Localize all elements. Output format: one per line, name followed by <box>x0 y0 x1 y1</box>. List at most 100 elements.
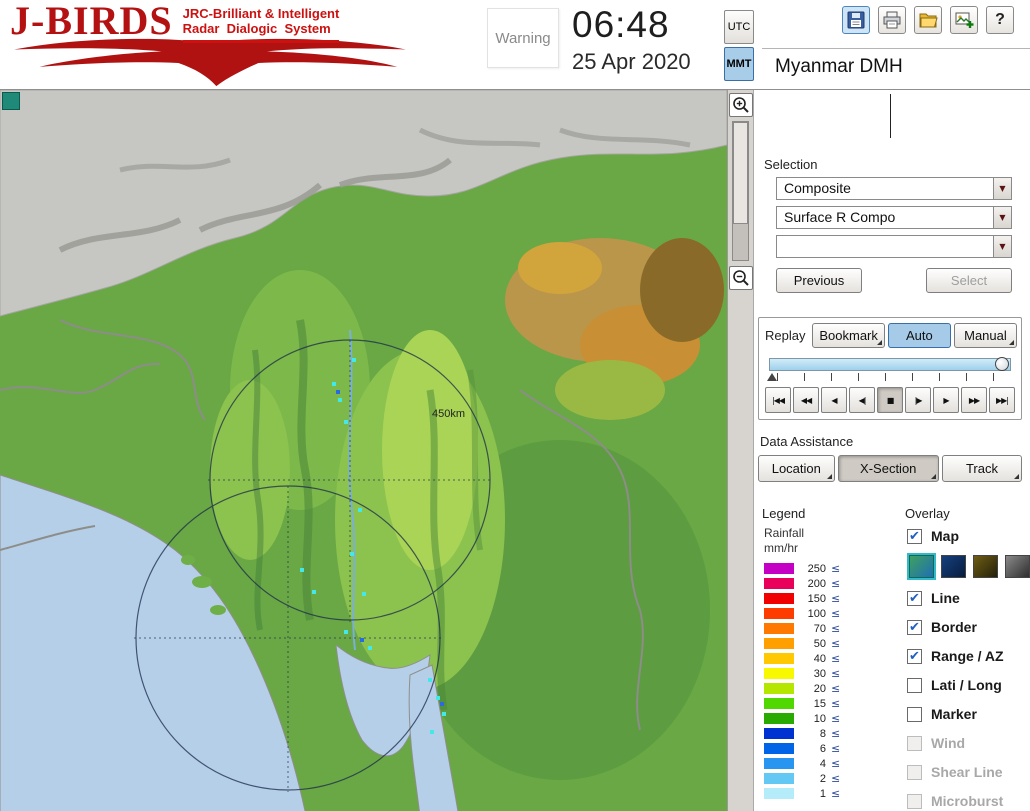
warning-button[interactable]: Warning <box>487 8 559 68</box>
zoom-in-button[interactable] <box>728 93 753 117</box>
location-button[interactable]: Location <box>758 455 835 482</box>
skip-to-start-button[interactable]: |◀◀ <box>765 387 791 413</box>
bookmark-button[interactable]: Bookmark <box>812 323 885 348</box>
legend-row: 2 ≤ <box>760 771 899 786</box>
print-icon <box>883 11 901 29</box>
chevron-down-icon[interactable]: ▼ <box>993 236 1011 257</box>
capture-image-button[interactable] <box>950 6 978 34</box>
legend-row: 4 ≤ <box>760 756 899 771</box>
map-style-olive-icon[interactable] <box>973 555 998 578</box>
x-section-button[interactable]: X-Section <box>837 455 939 482</box>
map-corner-button[interactable] <box>2 92 20 110</box>
checkbox <box>907 735 922 751</box>
legend-row: 6 ≤ <box>760 741 899 756</box>
selection-dropdown-3[interactable]: ▼ <box>776 235 1012 258</box>
overlay-item-label: Border <box>931 619 977 635</box>
warning-label: Warning <box>495 29 551 47</box>
overlay-item-map[interactable]: ✔ Map <box>907 526 1030 546</box>
chevron-down-icon[interactable]: ▼ <box>993 178 1011 199</box>
overlay-item-label: Map <box>931 528 959 544</box>
open-folder-button[interactable] <box>914 6 942 34</box>
selection-dropdowns: Composite ▼ Surface R Compo ▼ ▼ <box>776 177 1012 258</box>
print-button[interactable] <box>878 6 906 34</box>
clock-time: 06:48 <box>572 4 670 45</box>
legend-color-swatch <box>764 773 794 784</box>
legend-operator: ≤ <box>831 637 841 650</box>
map-style-navy-icon[interactable] <box>941 555 966 578</box>
legend-row: 10 ≤ <box>760 711 899 726</box>
overlay-item-marker[interactable]: Marker <box>907 704 1030 724</box>
checkbox[interactable] <box>907 677 922 693</box>
timeline-slider-thumb[interactable] <box>995 357 1009 371</box>
legend-operator: ≤ <box>831 682 841 695</box>
checkbox[interactable]: ✔ <box>907 619 922 635</box>
overlay-item-line[interactable]: ✔ Line <box>907 588 1030 608</box>
checkbox[interactable]: ✔ <box>907 648 922 664</box>
clock: 06:48 25 Apr 2020 <box>572 4 691 75</box>
previous-button[interactable]: Previous <box>776 268 862 293</box>
fast-rewind-button[interactable]: ◀◀ <box>793 387 819 413</box>
zoom-scrollbar[interactable] <box>732 121 749 261</box>
overlay-item-lati-long[interactable]: Lati / Long <box>907 675 1030 695</box>
checkbox[interactable] <box>907 706 922 722</box>
radar-map[interactable]: 450km <box>0 90 727 811</box>
legend-row: 150 ≤ <box>760 591 899 606</box>
mmt-button[interactable]: MMT <box>724 47 754 81</box>
folder-icon <box>919 13 938 28</box>
zoom-scrollbar-thumb[interactable] <box>733 122 748 225</box>
zoom-out-icon <box>732 270 749 286</box>
map-zoom-controls <box>727 90 753 811</box>
control-panel: Selection Composite ▼ Surface R Compo ▼ … <box>753 90 1030 811</box>
overlay-item-wind: Wind <box>907 733 1030 753</box>
overlay-item-label: Microburst <box>931 793 1004 809</box>
legend-color-swatch <box>764 758 794 769</box>
play-reverse-button[interactable]: ◀ <box>821 387 847 413</box>
legend-operator: ≤ <box>831 727 841 740</box>
selection-label: Selection <box>764 157 818 172</box>
checkbox[interactable]: ✔ <box>907 528 922 544</box>
legend-value: 1 <box>819 787 826 800</box>
step-back-button[interactable]: ◀| <box>849 387 875 413</box>
legend-color-swatch <box>764 608 794 619</box>
help-button[interactable]: ? <box>986 6 1014 34</box>
legend-operator: ≤ <box>831 652 841 665</box>
overlay-item-border[interactable]: ✔ Border <box>907 617 1030 637</box>
select-button[interactable]: Select <box>926 268 1012 293</box>
legend-color-swatch <box>764 698 794 709</box>
step-forward-button[interactable]: |▶ <box>905 387 931 413</box>
map-style-terrain-icon[interactable] <box>907 553 936 580</box>
chevron-down-icon[interactable]: ▼ <box>993 207 1011 228</box>
data-assistance-label: Data Assistance <box>760 434 854 449</box>
legend-row: 100 ≤ <box>760 606 899 621</box>
dropdown-value: Composite <box>784 180 851 196</box>
fast-forward-button[interactable]: ▶▶ <box>961 387 987 413</box>
map-viewport[interactable]: 450km <box>0 90 753 811</box>
legend-panel: Legend Rainfall mm/hr 250 ≤200 ≤150 ≤100 ≤70… <box>754 494 899 811</box>
zoom-out-button[interactable] <box>728 266 753 290</box>
legend-value: 20 <box>813 682 826 695</box>
auto-button[interactable]: Auto <box>887 323 951 348</box>
track-button[interactable]: Track <box>941 455 1023 482</box>
legend-color-swatch <box>764 638 794 649</box>
legend-value: 10 <box>813 712 826 725</box>
legend-color-swatch <box>764 683 794 694</box>
header-separator <box>762 48 1030 49</box>
legend-title: Legend <box>762 506 806 521</box>
skip-to-end-button[interactable]: ▶▶| <box>989 387 1015 413</box>
selection-dropdown-1[interactable]: Composite ▼ <box>776 177 1012 200</box>
utc-button[interactable]: UTC <box>724 10 754 44</box>
play-button[interactable]: ▶ <box>933 387 959 413</box>
save-button[interactable] <box>842 6 870 34</box>
timeline-slider[interactable] <box>769 357 1011 371</box>
manual-button[interactable]: Manual <box>953 323 1017 348</box>
checkbox[interactable]: ✔ <box>907 590 922 606</box>
header: J-BIRDS JRC-Brilliant & Intelligent Rada… <box>0 0 1030 90</box>
legend-row: 20 ≤ <box>760 681 899 696</box>
legend-value: 50 <box>813 637 826 650</box>
selection-dropdown-2[interactable]: Surface R Compo ▼ <box>776 206 1012 229</box>
overlay-panel: Overlay ✔ Map ✔ Line ✔ Border ✔ Range / AZ Lat… <box>899 494 1030 811</box>
overlay-item-label: Marker <box>931 706 977 722</box>
overlay-item-range-az[interactable]: ✔ Range / AZ <box>907 646 1030 666</box>
stop-button[interactable]: ■ <box>877 387 903 413</box>
map-style-gray-icon[interactable] <box>1005 555 1030 578</box>
